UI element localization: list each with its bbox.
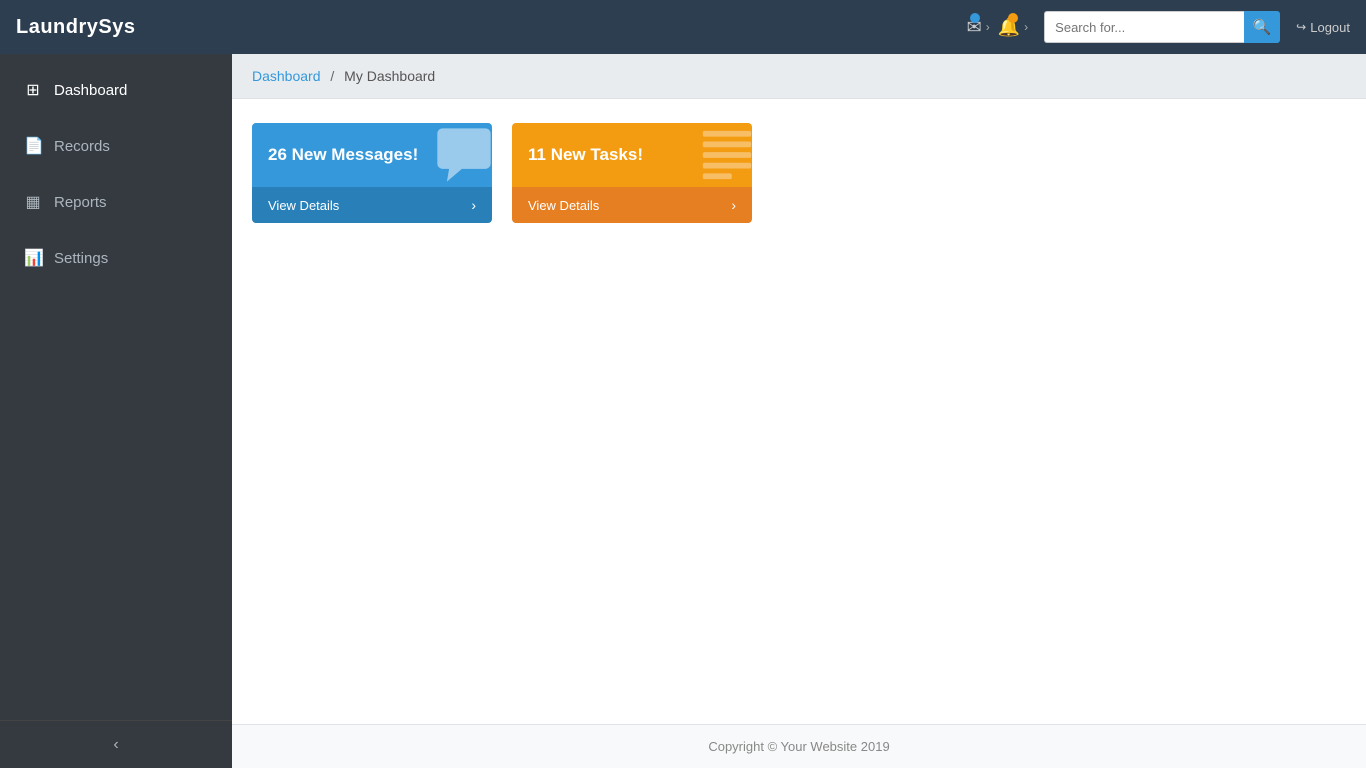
messages-card-bottom[interactable]: View Details › — [252, 187, 492, 223]
tasks-view-details-label: View Details — [528, 198, 599, 213]
sidebar-item-reports[interactable]: ▦ Reports — [0, 174, 232, 230]
tasks-list-icon — [698, 126, 752, 184]
logout-arrow-icon: ↪ — [1296, 20, 1306, 34]
tasks-card-top: 11 New Tasks! — [512, 123, 752, 187]
navbar-right: ✉ › 🔔 › 🔍 ↪ Logout — [967, 11, 1350, 43]
cards-row: 26 New Messages! View Details › — [252, 123, 1346, 223]
chat-bubble-icon — [432, 123, 492, 187]
app-brand: LaundrySys — [16, 16, 135, 39]
sidebar-label-reports: Reports — [54, 194, 107, 211]
dashboard-icon: ⊞ — [24, 80, 42, 100]
sidebar: ⊞ Dashboard 📄 Records ▦ Reports 📊 Settin… — [0, 54, 232, 768]
sidebar-label-dashboard: Dashboard — [54, 82, 127, 99]
navbar: LaundrySys ✉ › 🔔 › 🔍 ↪ Logout — [0, 0, 1366, 54]
logout-button[interactable]: ↪ Logout — [1296, 20, 1350, 35]
messages-view-details: View Details — [268, 198, 339, 213]
tasks-card-bottom[interactable]: View Details › — [512, 187, 752, 223]
logout-label: Logout — [1310, 20, 1350, 35]
settings-icon: 📊 — [24, 248, 42, 268]
copyright-text: Copyright © Your Website 2019 — [708, 739, 889, 754]
messages-badge — [970, 13, 980, 23]
search-wrapper: 🔍 — [1044, 11, 1280, 43]
sidebar-label-records: Records — [54, 138, 110, 155]
messages-nav-button[interactable]: ✉ › — [967, 17, 990, 38]
messages-card-chevron-icon: › — [471, 197, 476, 213]
sidebar-item-settings[interactable]: 📊 Settings — [0, 230, 232, 286]
breadcrumb-current: My Dashboard — [344, 68, 435, 84]
main-layout: ⊞ Dashboard 📄 Records ▦ Reports 📊 Settin… — [0, 54, 1366, 768]
sidebar-item-records[interactable]: 📄 Records — [0, 118, 232, 174]
search-input[interactable] — [1044, 11, 1244, 43]
messages-view-details-label: View Details — [268, 198, 339, 213]
breadcrumb-separator: / — [330, 68, 334, 84]
notifications-badge — [1008, 13, 1018, 23]
sidebar-label-settings: Settings — [54, 250, 108, 267]
breadcrumb: Dashboard / My Dashboard — [232, 54, 1366, 99]
tasks-card-title: 11 New Tasks! — [528, 145, 643, 165]
notifications-chevron-icon: › — [1024, 20, 1028, 34]
messages-chevron-icon: › — [986, 20, 990, 34]
sidebar-collapse-button[interactable]: ‹ — [0, 720, 232, 768]
tasks-card-chevron-icon: › — [731, 197, 736, 213]
sidebar-item-dashboard[interactable]: ⊞ Dashboard — [0, 62, 232, 118]
breadcrumb-parent-link[interactable]: Dashboard — [252, 68, 321, 84]
messages-card[interactable]: 26 New Messages! View Details › — [252, 123, 492, 223]
notifications-nav-button[interactable]: 🔔 › — [998, 17, 1028, 38]
tasks-view-details: View Details — [528, 198, 599, 213]
reports-icon: ▦ — [24, 192, 42, 212]
records-icon: 📄 — [24, 136, 42, 156]
dashboard-content: 26 New Messages! View Details › — [232, 99, 1366, 724]
content-area: Dashboard / My Dashboard 26 New Messages… — [232, 54, 1366, 768]
collapse-chevron-icon: ‹ — [113, 736, 118, 754]
sidebar-nav: ⊞ Dashboard 📄 Records ▦ Reports 📊 Settin… — [0, 54, 232, 286]
messages-card-top: 26 New Messages! — [252, 123, 492, 187]
search-icon: 🔍 — [1253, 18, 1272, 36]
footer: Copyright © Your Website 2019 — [232, 724, 1366, 768]
search-button[interactable]: 🔍 — [1244, 11, 1280, 43]
tasks-card[interactable]: 11 New Tasks! View Details — [512, 123, 752, 223]
messages-card-title: 26 New Messages! — [268, 145, 418, 165]
